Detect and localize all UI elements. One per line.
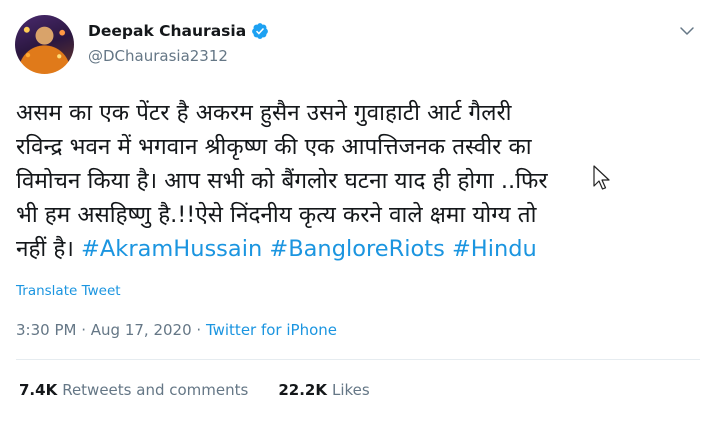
- meta-separator: ·: [191, 321, 206, 339]
- retweets-stat[interactable]: 7.4K Retweets and comments: [19, 381, 248, 399]
- divider: [16, 359, 700, 360]
- author-name-row: Deepak Chaurasia: [88, 22, 269, 40]
- tweet-stats: 7.4K Retweets and comments 22.2K Likes: [19, 381, 370, 399]
- avatar-image: [15, 15, 74, 74]
- retweets-count: 7.4K: [19, 381, 58, 399]
- tweet-date[interactable]: Aug 17, 2020: [91, 321, 192, 339]
- stat-spacer: [248, 381, 278, 399]
- tweet-text-line: रविन्द्र भवन में भगवान श्रीकृष्ण की एक आ…: [16, 134, 532, 160]
- tweet-text-line: भी हम असहिष्णु है.!!ऐसे निंदनीय कृत्य कर…: [16, 202, 537, 228]
- author-handle[interactable]: @DChaurasia2312: [88, 47, 228, 65]
- tweet-text-line: असम का एक पेंटर है अकरम हुसैन उसने गुवाह…: [16, 100, 512, 126]
- avatar[interactable]: [15, 15, 74, 74]
- tweet-text-line-prefix: नहीं है।: [16, 236, 82, 262]
- verified-badge-icon: [252, 23, 269, 39]
- tweet-meta: 3:30 PM · Aug 17, 2020 · Twitter for iPh…: [16, 321, 337, 339]
- meta-separator: ·: [76, 321, 91, 339]
- translate-tweet-link[interactable]: Translate Tweet: [16, 283, 121, 299]
- likes-stat[interactable]: 22.2K Likes: [278, 381, 369, 399]
- retweets-label: Retweets and comments: [62, 381, 249, 399]
- tweet-time[interactable]: 3:30 PM: [16, 321, 76, 339]
- likes-count: 22.2K: [278, 381, 327, 399]
- hashtag-link[interactable]: #Hindu: [452, 236, 537, 262]
- author-display-name[interactable]: Deepak Chaurasia: [88, 22, 246, 40]
- tweet-source-link[interactable]: Twitter for iPhone: [206, 321, 337, 339]
- tweet-card: Deepak Chaurasia @DChaurasia2312 असम का …: [0, 0, 716, 427]
- hashtag-link[interactable]: #AkramHussain: [81, 236, 262, 262]
- hashtag-link[interactable]: #BangloreRiots: [269, 236, 444, 262]
- tweet-text-line: नहीं है। #AkramHussain #BangloreRiots #H…: [16, 232, 696, 266]
- chevron-down-icon[interactable]: [678, 22, 696, 40]
- likes-label: Likes: [331, 381, 370, 399]
- mouse-pointer-icon: [593, 165, 610, 190]
